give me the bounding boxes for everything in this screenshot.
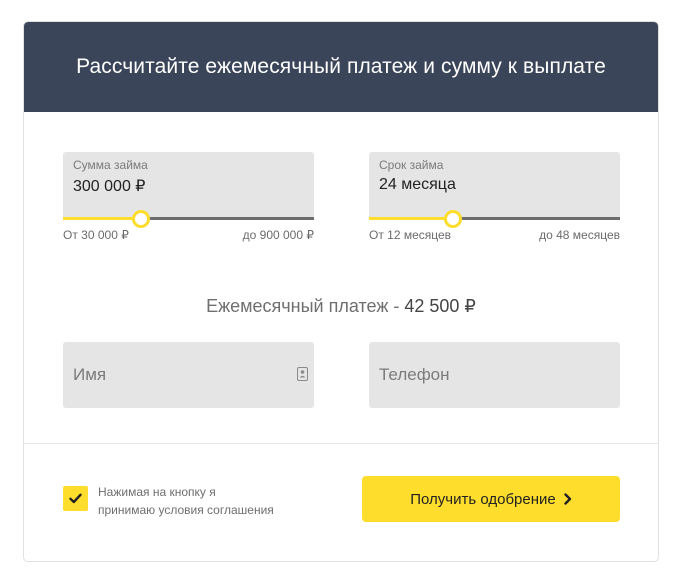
monthly-payment-label: Ежемесячный платеж - <box>206 296 405 316</box>
phone-field[interactable]: Телефон <box>369 342 620 408</box>
monthly-payment: Ежемесячный платеж - 42 500 ₽ <box>24 296 658 317</box>
loan-term-track[interactable] <box>369 210 620 228</box>
agreement-line-2: принимаю условия соглашения <box>98 503 274 517</box>
loan-amount-value: 300 000 ₽ <box>73 178 146 195</box>
name-field[interactable]: Имя <box>63 342 314 408</box>
loan-term-min-label: От 12 месяцев <box>369 228 452 242</box>
checkmark-icon <box>69 493 82 504</box>
calculator-header: Рассчитайте ежемесячный платеж и сумму к… <box>24 22 658 112</box>
loan-amount-caption: Сумма займа <box>73 158 148 172</box>
loan-amount-range: От 30 000 ₽ до 900 000 ₽ <box>63 228 314 242</box>
calculator-title: Рассчитайте ежемесячный платеж и сумму к… <box>76 55 606 78</box>
loan-term-slider: Срок займа 24 месяца От 12 месяцев до 48… <box>369 152 620 242</box>
agreement-line-1: Нажимая на кнопку я <box>98 485 216 499</box>
loan-amount-track[interactable] <box>63 210 314 228</box>
chevron-right-icon <box>564 493 571 505</box>
loan-term-caption: Срок займа <box>379 158 444 172</box>
contact-fields: Имя Телефон <box>24 317 658 427</box>
contact-card-icon[interactable] <box>297 367 308 381</box>
get-approval-label: Получить одобрение <box>410 490 556 508</box>
loan-term-max-label: до 48 месяцев <box>539 228 620 242</box>
loan-amount-min-label: От 30 000 ₽ <box>63 228 129 242</box>
loan-amount-max-label: до 900 000 ₽ <box>242 228 314 242</box>
phone-placeholder: Телефон <box>379 365 450 384</box>
agreement-checkbox[interactable] <box>63 486 88 511</box>
loan-amount-handle[interactable] <box>131 210 150 228</box>
loan-term-track-fill <box>369 217 454 220</box>
get-approval-button[interactable]: Получить одобрение <box>362 476 620 522</box>
loan-term-value: 24 месяца <box>379 176 456 193</box>
agreement-text: Нажимая на кнопку я принимаю условия сог… <box>98 483 318 519</box>
form-footer: Нажимая на кнопку я принимаю условия сог… <box>24 444 658 561</box>
sliders-section: Сумма займа 300 000 ₽ От 30 000 ₽ до 900… <box>24 112 658 244</box>
loan-amount-box[interactable]: Сумма займа 300 000 ₽ <box>63 152 314 228</box>
name-placeholder: Имя <box>73 365 107 384</box>
loan-term-box[interactable]: Срок займа 24 месяца <box>369 152 620 228</box>
monthly-payment-amount: 42 500 ₽ <box>404 296 476 316</box>
loan-term-range: От 12 месяцев до 48 месяцев <box>369 228 620 242</box>
loan-term-handle[interactable] <box>444 210 463 228</box>
calculator-card: Рассчитайте ежемесячный платеж и сумму к… <box>23 21 659 562</box>
loan-amount-track-fill <box>63 217 141 220</box>
loan-amount-slider: Сумма займа 300 000 ₽ От 30 000 ₽ до 900… <box>63 152 314 242</box>
